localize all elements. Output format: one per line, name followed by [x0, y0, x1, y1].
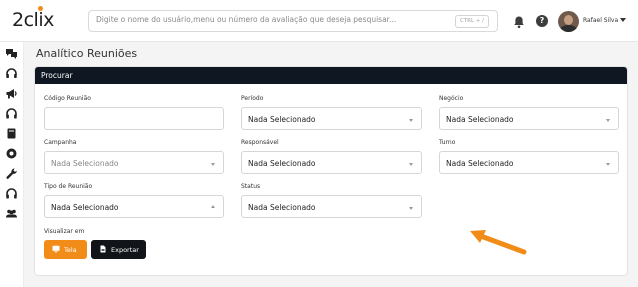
- bell-icon[interactable]: [512, 14, 526, 29]
- turno-label: Turno: [439, 139, 456, 146]
- monitor-icon: [52, 245, 60, 253]
- help-icon[interactable]: ?: [536, 15, 548, 27]
- badge-icon[interactable]: [5, 147, 18, 160]
- tela-button-label: Tela: [64, 246, 77, 254]
- headphones-icon[interactable]: [5, 107, 18, 120]
- export-button-label: Exportar: [111, 246, 139, 254]
- tela-button[interactable]: Tela: [44, 240, 87, 259]
- headset-icon[interactable]: [5, 187, 18, 200]
- responsavel-value: Nada Selecionado: [248, 159, 316, 168]
- top-bar: 2clix Digite o nome do usuário,menu ou n…: [0, 0, 638, 42]
- chevron-down-icon: [409, 207, 413, 210]
- search-shortcut-badge: CTRL + /: [454, 15, 489, 28]
- chevron-down-icon[interactable]: [620, 18, 626, 22]
- search-placeholder: Digite o nome do usuário,menu ou número …: [96, 15, 397, 24]
- campanha-label: Campanha: [44, 139, 77, 146]
- codigo-reuniao-label: Código Reunião: [44, 95, 91, 102]
- user-name[interactable]: Rafael Silva: [583, 17, 618, 24]
- responsavel-select[interactable]: Nada Selecionado: [241, 151, 422, 174]
- export-button[interactable]: Exportar: [91, 240, 146, 259]
- sidebar: [0, 42, 24, 287]
- arrow-icon: [466, 226, 528, 256]
- user-avatar[interactable]: [558, 11, 579, 32]
- search-input[interactable]: Digite o nome do usuário,menu ou número …: [88, 10, 498, 32]
- headset-icon[interactable]: [5, 67, 18, 80]
- logo-dot: [38, 6, 43, 11]
- negocio-value: Nada Selecionado: [446, 115, 514, 124]
- panel-header-title: Procurar: [41, 71, 73, 80]
- status-value: Nada Selecionado: [248, 203, 316, 212]
- responsavel-label: Responsável: [241, 139, 279, 146]
- chevron-down-icon: [409, 163, 413, 166]
- page-title: Analítico Reuniões: [36, 47, 138, 60]
- wrench-icon[interactable]: [5, 167, 18, 180]
- panel-header: Procurar: [35, 67, 627, 84]
- search-panel: Procurar Código Reunião Período Nada Sel…: [34, 66, 628, 276]
- logo-text: 2clix: [12, 9, 54, 31]
- periodo-label: Período: [241, 95, 264, 102]
- megaphone-icon[interactable]: [5, 87, 18, 100]
- tipo-reuniao-value: Nada Selecionado: [51, 203, 119, 212]
- book-icon[interactable]: [5, 127, 18, 140]
- chevron-down-icon: [606, 119, 610, 122]
- negocio-label: Negócio: [439, 95, 464, 102]
- campanha-select[interactable]: Nada Selecionado: [44, 151, 224, 174]
- chevron-up-icon: [211, 205, 215, 208]
- status-label: Status: [241, 183, 261, 190]
- chevron-down-icon: [211, 163, 215, 166]
- visualizar-em-label: Visualizar em: [44, 228, 85, 235]
- campanha-value: Nada Selecionado: [51, 159, 119, 168]
- status-select[interactable]: Nada Selecionado: [241, 195, 422, 218]
- chat-bubbles-icon[interactable]: [5, 47, 18, 60]
- logo[interactable]: 2clix: [12, 6, 58, 33]
- turno-select[interactable]: Nada Selecionado: [439, 151, 619, 174]
- negocio-select[interactable]: Nada Selecionado: [439, 107, 619, 130]
- file-icon: [99, 245, 107, 253]
- turno-value: Nada Selecionado: [446, 159, 514, 168]
- users-icon[interactable]: [5, 207, 18, 220]
- tipo-reuniao-label: Tipo de Reunião: [44, 183, 93, 190]
- chevron-down-icon: [409, 119, 413, 122]
- periodo-select[interactable]: Nada Selecionado: [241, 107, 422, 130]
- chevron-down-icon: [606, 163, 610, 166]
- tipo-reuniao-select[interactable]: Nada Selecionado: [44, 195, 224, 218]
- periodo-value: Nada Selecionado: [248, 115, 316, 124]
- codigo-reuniao-input[interactable]: [44, 107, 224, 130]
